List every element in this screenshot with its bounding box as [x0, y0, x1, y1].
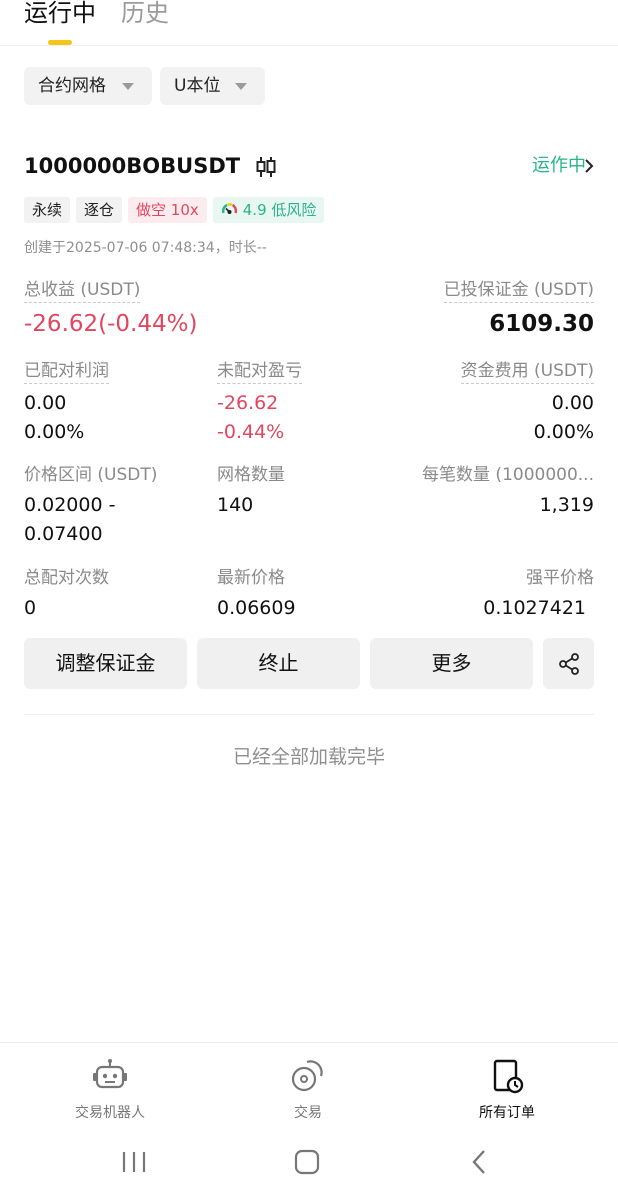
- all-loaded-text: 已经全部加载完毕: [232, 746, 385, 768]
- risk-gauge-icon: [221, 202, 237, 214]
- last-price-value: 0.06609: [217, 597, 296, 619]
- last-price-label: 最新价格: [217, 568, 285, 588]
- match-count-label: 总配对次数: [24, 568, 109, 588]
- total-profit-value: -26.62(-0.44%): [24, 311, 198, 337]
- tag-perpetual: 永续: [24, 197, 71, 223]
- adjust-margin-button[interactable]: 调整保证金: [24, 638, 187, 689]
- unmatched-pnl-percent: -0.44%: [217, 421, 285, 443]
- funding-fee-value: 0.00: [551, 392, 594, 414]
- home-icon[interactable]: [287, 1146, 327, 1178]
- grid-count-value: 140: [217, 494, 254, 516]
- liquidation-price-label: 强平价格: [526, 568, 594, 588]
- margin-label[interactable]: 已投保证金 (USDT): [443, 278, 594, 303]
- tag-short-leverage: 做空 10x: [128, 197, 207, 223]
- nav-item-all-orders[interactable]: 所有订单: [437, 1057, 577, 1123]
- coins-icon: [291, 1060, 323, 1092]
- filter-unit-dropdown[interactable]: U本位: [160, 67, 265, 105]
- tab-active-indicator: [48, 40, 72, 45]
- tag-row: 永续 逐仓 做空 10x 4.9 低风险: [24, 197, 325, 223]
- symbol-title[interactable]: 1000000BOBUSDT: [24, 152, 240, 180]
- share-icon: [558, 652, 579, 675]
- divider: [24, 714, 594, 715]
- nav-item-trading-bot[interactable]: 交易机器人: [40, 1057, 180, 1123]
- price-range-high: 0.07400: [24, 523, 103, 545]
- filter-type-label: 合约网格: [38, 76, 106, 96]
- total-profit-label[interactable]: 总收益 (USDT): [24, 278, 141, 303]
- liquidation-price-value: 0.1027421: [483, 597, 586, 619]
- nav-item-trade[interactable]: 交易: [238, 1057, 378, 1123]
- unmatched-pnl-value: -26.62: [217, 392, 279, 414]
- per-order-qty-label: 每笔数量 (1000000...: [422, 465, 594, 485]
- per-order-qty-value: 1,319: [539, 494, 594, 516]
- filter-unit-label: U本位: [174, 76, 221, 96]
- match-count-value: 0: [24, 597, 37, 619]
- price-range-low: 0.02000 -: [24, 494, 116, 516]
- funding-fee-percent: 0.00%: [533, 421, 594, 443]
- margin-value: 6109.30: [489, 311, 594, 337]
- nav-label: 交易: [294, 1105, 322, 1121]
- status-label[interactable]: 运作中: [532, 153, 586, 179]
- filter-type-dropdown[interactable]: 合约网格: [24, 67, 152, 105]
- back-icon[interactable]: [460, 1146, 500, 1178]
- top-tabs: 运行中 历史: [0, 0, 618, 46]
- chevron-right-icon[interactable]: [582, 158, 596, 174]
- orders-clock-icon: [493, 1059, 524, 1094]
- robot-icon: [93, 1059, 127, 1089]
- tab-history[interactable]: 历史: [121, 0, 169, 28]
- tab-running[interactable]: 运行中: [24, 0, 96, 28]
- stop-button[interactable]: 终止: [197, 638, 360, 689]
- tag-risk[interactable]: 4.9 低风险: [212, 197, 325, 223]
- recent-apps-icon[interactable]: [114, 1146, 154, 1178]
- share-button[interactable]: [543, 638, 594, 689]
- matched-profit-value: 0.00: [24, 392, 67, 414]
- funding-fee-label[interactable]: 资金费用 (USDT): [460, 359, 594, 384]
- nav-label: 交易机器人: [75, 1105, 145, 1121]
- grid-count-label: 网格数量: [217, 465, 285, 485]
- bottom-nav: 交易机器人 交易 所有订单: [0, 1042, 618, 1132]
- chevron-down-icon: [235, 83, 247, 90]
- more-button[interactable]: 更多: [370, 638, 533, 689]
- matched-profit-label[interactable]: 已配对利润: [24, 359, 109, 384]
- unmatched-pnl-label[interactable]: 未配对盈亏: [217, 359, 302, 384]
- tag-isolated: 逐仓: [76, 197, 123, 223]
- matched-profit-percent: 0.00%: [24, 421, 85, 443]
- created-time: 创建于2025-07-06 07:48:34，时长--: [24, 240, 267, 256]
- price-range-label: 价格区间 (USDT): [24, 465, 158, 485]
- system-nav-bar: [0, 1132, 618, 1200]
- tag-risk-label: 4.9 低风险: [242, 201, 317, 219]
- nav-label: 所有订单: [479, 1105, 535, 1121]
- chevron-down-icon: [122, 83, 134, 90]
- candlestick-icon[interactable]: [254, 156, 278, 178]
